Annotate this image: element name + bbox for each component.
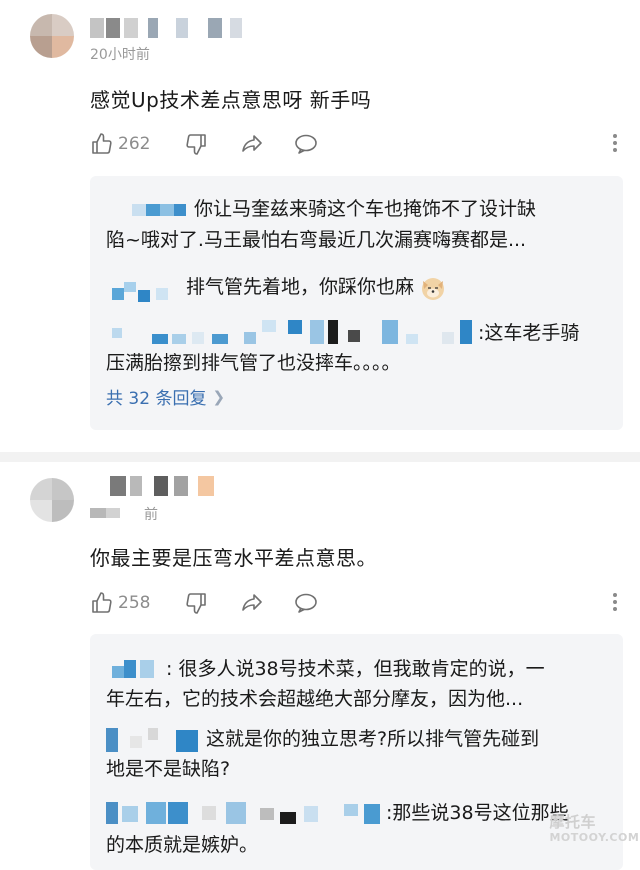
reply-button[interactable] [294, 589, 318, 617]
reply-text: :那些说38号这位那些 [386, 802, 569, 824]
reply-username-pixelated[interactable] [112, 320, 472, 346]
site-watermark: 摩托车 MOTOOY.COM [549, 813, 640, 844]
avatar[interactable] [30, 478, 74, 522]
comment-actions: 258 [90, 589, 620, 619]
dislike-button[interactable] [184, 589, 208, 617]
comment-2: 前 你最主要是压弯水平差点意思。 258 : 很多人说38号技术菜，但我敢肯定的… [0, 462, 640, 870]
reply-text: : 很多人说38号技术菜，但我敢肯定的说，一 [166, 658, 545, 680]
comment-1: 20小时前 感觉Up技术差点意思呀 新手吗 262 你让马奎兹来骑这个车也掩饰不… [0, 0, 640, 455]
share-icon [242, 594, 262, 611]
comment-divider [0, 452, 640, 462]
share-button[interactable] [240, 130, 264, 158]
reply-list: 你让马奎兹来骑这个车也掩饰不了设计缺 陷~哦对了.马王最怕右弯最近几次漏赛嗨赛都… [90, 176, 623, 430]
chevron-right-icon: ❯ [212, 387, 226, 406]
more-vertical-icon[interactable] [610, 591, 620, 613]
comment-bubble-icon [295, 134, 317, 154]
reply-username-pixelated[interactable] [106, 802, 386, 830]
reply-button[interactable] [294, 130, 318, 158]
thumbs-down-icon [186, 593, 206, 614]
thumbs-down-icon [186, 134, 206, 155]
reply-text: 年左右，它的技术会超越绝大部分摩友，因为他... [106, 688, 524, 710]
reply-username-pixelated[interactable] [112, 282, 172, 302]
dislike-button[interactable] [184, 130, 208, 158]
reply-text: 这就是你的独立思考?所以排气管先碰到 [206, 728, 540, 750]
dog-emoji-icon [422, 277, 445, 300]
like-count: 258 [118, 593, 151, 613]
share-button[interactable] [240, 589, 264, 617]
avatar[interactable] [30, 14, 74, 58]
share-icon [242, 135, 262, 152]
comment-time: 前 [144, 507, 158, 523]
reply-username-pixelated[interactable] [112, 660, 158, 680]
reply-text: 你让马奎兹来骑这个车也掩饰不了设计缺 [194, 198, 537, 220]
username-pixelated[interactable] [90, 18, 250, 40]
time-pixelated [90, 506, 130, 520]
username-pixelated[interactable] [90, 476, 230, 498]
reply-text: 陷~哦对了.马王最怕右弯最近几次漏赛嗨赛都是... [106, 229, 527, 251]
comment-time: 20小时前 [90, 47, 150, 63]
reply-text: 地是不是缺陷? [106, 758, 231, 780]
comment-text: 感觉Up技术差点意思呀 新手吗 [90, 88, 372, 112]
comment-bubble-icon [295, 593, 317, 613]
reply-list: : 很多人说38号技术菜，但我敢肯定的说，一 年左右，它的技术会超越绝大部分摩友… [90, 634, 623, 870]
like-button[interactable]: 258 [90, 589, 150, 617]
like-button[interactable]: 262 [90, 130, 150, 158]
reply-username-pixelated[interactable] [132, 204, 186, 218]
reply-username-pixelated[interactable] [106, 728, 202, 754]
reply-text: 的本质就是嫉妒。 [106, 834, 259, 856]
thumbs-up-icon [92, 592, 112, 613]
like-count: 262 [118, 134, 151, 154]
comment-text: 你最主要是压弯水平差点意思。 [90, 546, 377, 570]
view-all-replies-link[interactable]: 共 32 条回复 ❯ [106, 384, 226, 410]
more-vertical-icon[interactable] [610, 132, 620, 154]
reply-text: 排气管先着地，你踩你也麻 [186, 272, 446, 301]
reply-text: 压满胎擦到排气管了也没摔车。。。。 [106, 352, 401, 374]
thumbs-up-icon [92, 133, 112, 154]
comment-actions: 262 [90, 130, 620, 160]
reply-text: :这车老手骑 [478, 322, 580, 344]
